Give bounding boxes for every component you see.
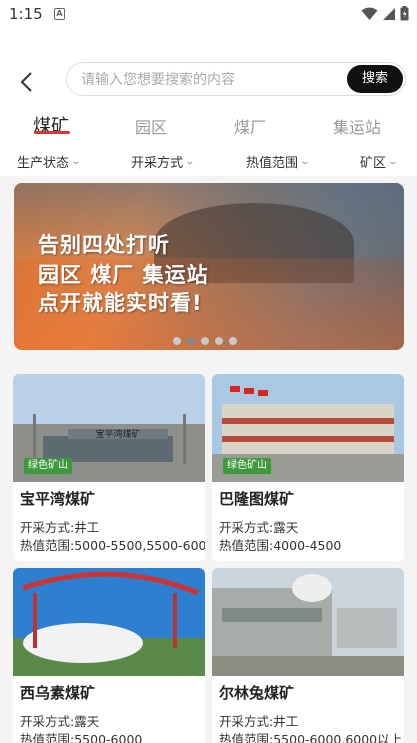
tab-collection-station[interactable]: 集运站 xyxy=(333,114,381,138)
green-mine-tag: 绿色矿山 xyxy=(24,458,72,474)
green-mine-tag: 绿色矿山 xyxy=(223,458,271,474)
mine-card[interactable]: 绿色矿山 巴隆图煤矿 开采方式:露天 热值范围:4000-4500 xyxy=(212,374,404,561)
status-time: 1:15 xyxy=(9,5,43,23)
svg-text:宝平湾煤矿: 宝平湾煤矿 xyxy=(95,428,140,440)
mining-method: 开采方式:井工 xyxy=(20,520,100,535)
filter-mining-area[interactable]: 矿区 ⌄ xyxy=(360,152,399,171)
filter-label: 热值范围 xyxy=(246,156,299,171)
mine-title: 宝平湾煤矿 xyxy=(20,490,96,508)
search-input[interactable] xyxy=(81,69,331,91)
status-icons xyxy=(361,6,409,21)
mine-card[interactable]: 宝平湾煤矿 绿色矿山 宝平湾煤矿 开采方式:井工 热值范围:5000-5500,… xyxy=(13,374,205,561)
carousel-dot[interactable] xyxy=(229,337,237,345)
heat-range: 热值范围:4000-4500 xyxy=(219,538,342,553)
battery-icon xyxy=(400,6,409,21)
banner-line-1: 告别四处打听 xyxy=(38,233,170,257)
filter-label: 生产状态 xyxy=(17,156,70,171)
carousel-dot[interactable] xyxy=(215,337,223,345)
active-tab-indicator xyxy=(34,131,70,134)
header: 搜索 xyxy=(0,30,417,106)
heat-range: 热值范围:5000-5500,5500-600 xyxy=(20,538,205,553)
search-button[interactable]: 搜索 xyxy=(347,65,403,93)
mine-title: 巴隆图煤矿 xyxy=(219,490,295,508)
chevron-down-icon: ⌄ xyxy=(70,156,82,167)
filter-heat-range[interactable]: 热值范围 ⌄ xyxy=(246,152,311,171)
tab-coal-mine[interactable]: 煤矿 xyxy=(33,112,69,138)
mine-title: 西乌素煤矿 xyxy=(20,684,96,702)
notification-a-icon: A xyxy=(54,8,65,20)
chevron-down-icon: ⌄ xyxy=(299,156,311,167)
filter-bar: 生产状态 ⌄ 开采方式 ⌄ 热值范围 ⌄ 矿区 ⌄ xyxy=(0,146,417,176)
wifi-icon xyxy=(361,7,378,20)
carousel-dots xyxy=(173,337,237,345)
mine-card[interactable]: 尔林兔煤矿 开采方式:井工 热值范围:5500-6000,6000以上 xyxy=(212,568,404,743)
filter-production-status[interactable]: 生产状态 ⌄ xyxy=(17,152,82,171)
tab-coal-yard[interactable]: 煤厂 xyxy=(234,114,266,138)
banner-line-2: 园区 煤厂 集运站 xyxy=(38,263,209,287)
mining-method: 开采方式:露天 xyxy=(219,520,299,535)
mine-title: 尔林兔煤矿 xyxy=(219,684,295,702)
chevron-down-icon: ⌄ xyxy=(184,156,196,167)
heat-range: 热值范围:5500-6000 xyxy=(20,732,143,743)
banner-line-3: 点开就能实时看! xyxy=(38,291,203,315)
status-bar: 1:15 A xyxy=(0,0,417,30)
mining-method: 开采方式:露天 xyxy=(20,714,100,729)
mine-photo xyxy=(13,568,205,676)
filter-label: 开采方式 xyxy=(131,156,184,171)
mine-card[interactable]: 西乌素煤矿 开采方式:露天 热值范围:5500-6000 xyxy=(13,568,205,743)
filter-label: 矿区 xyxy=(360,156,387,171)
category-tabs: 煤矿 园区 煤厂 集运站 xyxy=(0,106,417,146)
heat-range: 热值范围:5500-6000,6000以上 xyxy=(219,732,403,743)
carousel-dot[interactable] xyxy=(201,337,209,345)
back-arrow-icon[interactable] xyxy=(16,70,40,94)
search-box[interactable]: 搜索 xyxy=(66,62,406,96)
mine-photo xyxy=(212,568,404,676)
mining-method: 开采方式:井工 xyxy=(219,714,299,729)
carousel-dot-active[interactable] xyxy=(187,337,195,345)
signal-icon xyxy=(383,7,395,20)
chevron-down-icon: ⌄ xyxy=(387,156,399,167)
filter-mining-method[interactable]: 开采方式 ⌄ xyxy=(131,152,196,171)
carousel-dot[interactable] xyxy=(173,337,181,345)
tab-park[interactable]: 园区 xyxy=(135,114,167,138)
promo-banner[interactable]: 告别四处打听 园区 煤厂 集运站 点开就能实时看! xyxy=(14,183,404,350)
